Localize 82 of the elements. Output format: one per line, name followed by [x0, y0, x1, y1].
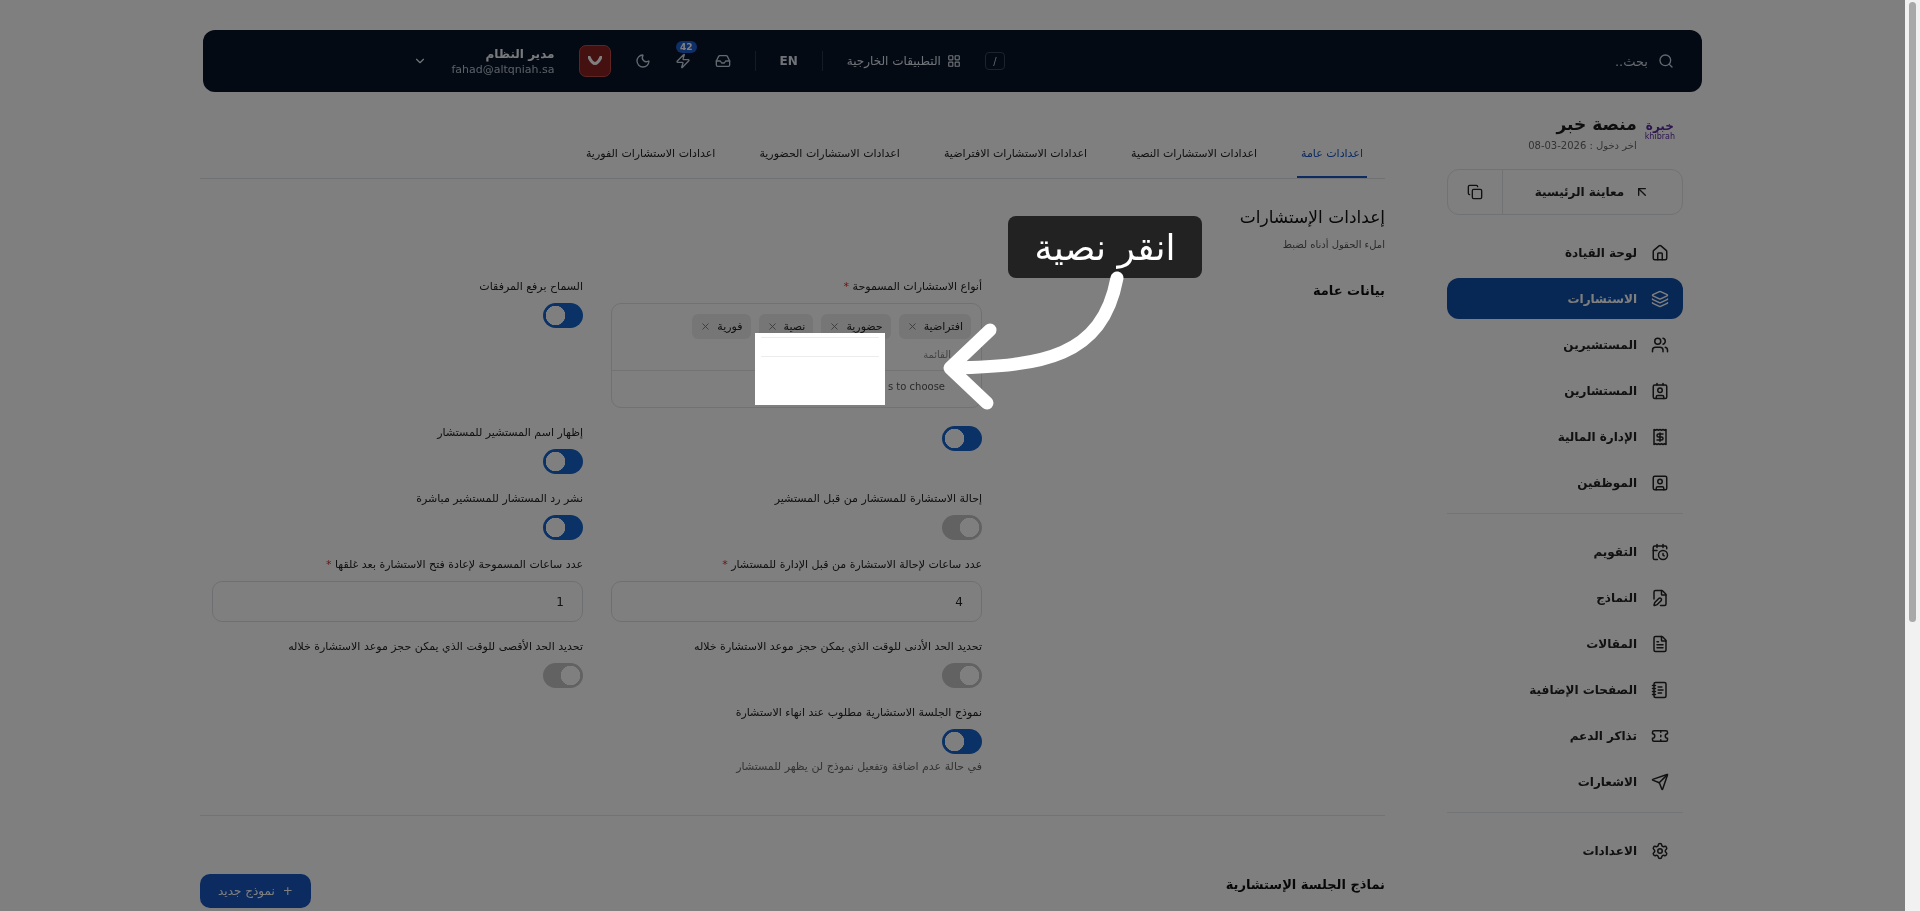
- tab[interactable]: اعدادات الاستشارات الحضورية: [755, 130, 904, 178]
- remove-icon[interactable]: [700, 321, 712, 332]
- last-login: اخر دخول : 2026-03-08: [1528, 140, 1637, 151]
- tab[interactable]: اعدادات الاستشارات الفورية: [581, 130, 720, 178]
- sidebar-item[interactable]: الإدارة المالية: [1447, 416, 1683, 457]
- field-label: عدد ساعات لإحالة الاستشارة من قبل الإدارة للمستشار *: [722, 558, 982, 571]
- shortcut-key: /: [984, 52, 1005, 70]
- remove-icon[interactable]: [906, 321, 918, 332]
- user-name: مدير النظام: [485, 46, 555, 61]
- toggle-switch[interactable]: [543, 303, 583, 328]
- toggle-switch[interactable]: [942, 663, 982, 688]
- tag-chip[interactable]: فورية: [692, 314, 751, 339]
- sidebar-item[interactable]: تذاكر الدعم: [1447, 715, 1683, 756]
- field-label: إحالة الاستشارة للمستشار من قبل المستشير: [774, 492, 982, 505]
- scrollbar[interactable]: [1905, 0, 1920, 911]
- send-icon: [1651, 772, 1669, 791]
- user-icon: [1651, 473, 1669, 492]
- sidebar-item[interactable]: المستشيرين: [1447, 324, 1683, 365]
- sidebar-item[interactable]: الموظفين: [1447, 462, 1683, 503]
- section-title: بيانات عامة: [1312, 283, 1385, 298]
- avatar[interactable]: [578, 45, 611, 77]
- moon-icon[interactable]: [634, 53, 651, 69]
- bolt-icon[interactable]: [674, 53, 691, 69]
- inbox-icon[interactable]: [714, 53, 731, 69]
- sidebar-item[interactable]: المستشارين: [1447, 370, 1683, 411]
- toggle-switch[interactable]: [942, 426, 982, 451]
- house-icon: [1651, 243, 1669, 262]
- sidebar-item[interactable]: النماذج: [1447, 577, 1683, 618]
- remove-icon[interactable]: [766, 321, 778, 332]
- page-subtitle: املء الحقول أدناه لضبط: [1281, 239, 1385, 250]
- receipt-icon: [1651, 427, 1669, 446]
- language-toggle[interactable]: EN: [779, 54, 798, 68]
- input-field[interactable]: 4: [611, 581, 982, 622]
- notification-badge: 42: [675, 41, 697, 53]
- field-label: نشر رد المستشار للمستشير مباشرة: [416, 492, 583, 505]
- search-field[interactable]: بحث..: [1614, 53, 1648, 69]
- field-hint: في حالة عدم اضافة وتفعيل نموذج لن يظهر للمستشار: [736, 760, 982, 773]
- tab[interactable]: اعدادات عامة: [1297, 130, 1367, 178]
- tag-chip[interactable]: افتراضية: [898, 314, 971, 339]
- field-label: أنواع الاستشارات المسموحة *: [843, 280, 982, 293]
- search-icon[interactable]: [1658, 53, 1674, 69]
- sidebar-item[interactable]: الاشعارات: [1447, 761, 1683, 802]
- preview-button[interactable]: معاينة الرئيسية: [1503, 170, 1682, 214]
- field-label: نموذج الجلسة الاستشارية مطلوب عند انهاء الاستشارة: [735, 706, 982, 719]
- field-label: السماح برفع المرفقات: [479, 280, 583, 293]
- toggle-switch[interactable]: [543, 449, 583, 474]
- multiselect-hint: s to choose: [886, 380, 946, 394]
- calendar-icon: [1651, 542, 1669, 561]
- section-title: نماذج الجلسة الإستشارية: [1225, 876, 1385, 892]
- input-field[interactable]: 1: [212, 581, 583, 622]
- field-label: تحديد الحد الأدنى للوقت الذي يمكن حجز موعد الاستشارة خلاله: [694, 640, 982, 653]
- file-icon: [1651, 634, 1669, 653]
- brand-title: منصة خبر: [1554, 114, 1637, 134]
- new-template-button[interactable]: + نموذج جديد: [200, 874, 311, 908]
- contact-icon: [1651, 381, 1669, 400]
- copy-icon: [1467, 184, 1483, 200]
- sidebar-item[interactable]: المقالات: [1447, 623, 1683, 664]
- tutorial-callout: انقر نصية: [1008, 216, 1202, 278]
- field-label: إظهار اسم المستشير للمستشار: [437, 426, 583, 439]
- sidebar-item[interactable]: التقويم: [1447, 531, 1683, 572]
- sidebar-item[interactable]: الصفحات الإضافية: [1447, 669, 1683, 710]
- page-title: إعدادات الإستشارات: [1238, 207, 1385, 227]
- toggle-switch[interactable]: [942, 515, 982, 540]
- settings-icon: [1651, 841, 1669, 860]
- field-label: عدد ساعات المسموحة لإعادة فتح الاستشارة بعد غلقها *: [325, 558, 583, 571]
- sidebar-item[interactable]: لوحة القيادة: [1447, 232, 1683, 273]
- file-pen-icon: [1651, 588, 1669, 607]
- sidebar-item[interactable]: الاعدادات: [1447, 830, 1683, 871]
- toggle-switch[interactable]: [942, 729, 982, 754]
- toggle-switch[interactable]: [543, 515, 583, 540]
- layers-icon: [1651, 289, 1669, 308]
- tab[interactable]: اعدادات الاستشارات النصية: [1127, 130, 1262, 178]
- users-icon: [1651, 335, 1669, 354]
- field-label: تحديد الحد الأقصى للوقت الذي يمكن حجز موعد الاستشارة خلاله: [288, 640, 583, 653]
- remove-icon[interactable]: [829, 321, 841, 332]
- tab[interactable]: اعدادات الاستشارات الافتراضية: [939, 130, 1092, 178]
- sidebar-item[interactable]: الاستشارات: [1447, 278, 1683, 319]
- external-apps-link[interactable]: التطبيقات الخارجية: [846, 54, 961, 68]
- user-email: fahad@altqniah.sa: [451, 62, 555, 76]
- grid-icon: [946, 54, 961, 68]
- notebook-icon: [1651, 680, 1669, 699]
- toggle-switch[interactable]: [543, 663, 583, 688]
